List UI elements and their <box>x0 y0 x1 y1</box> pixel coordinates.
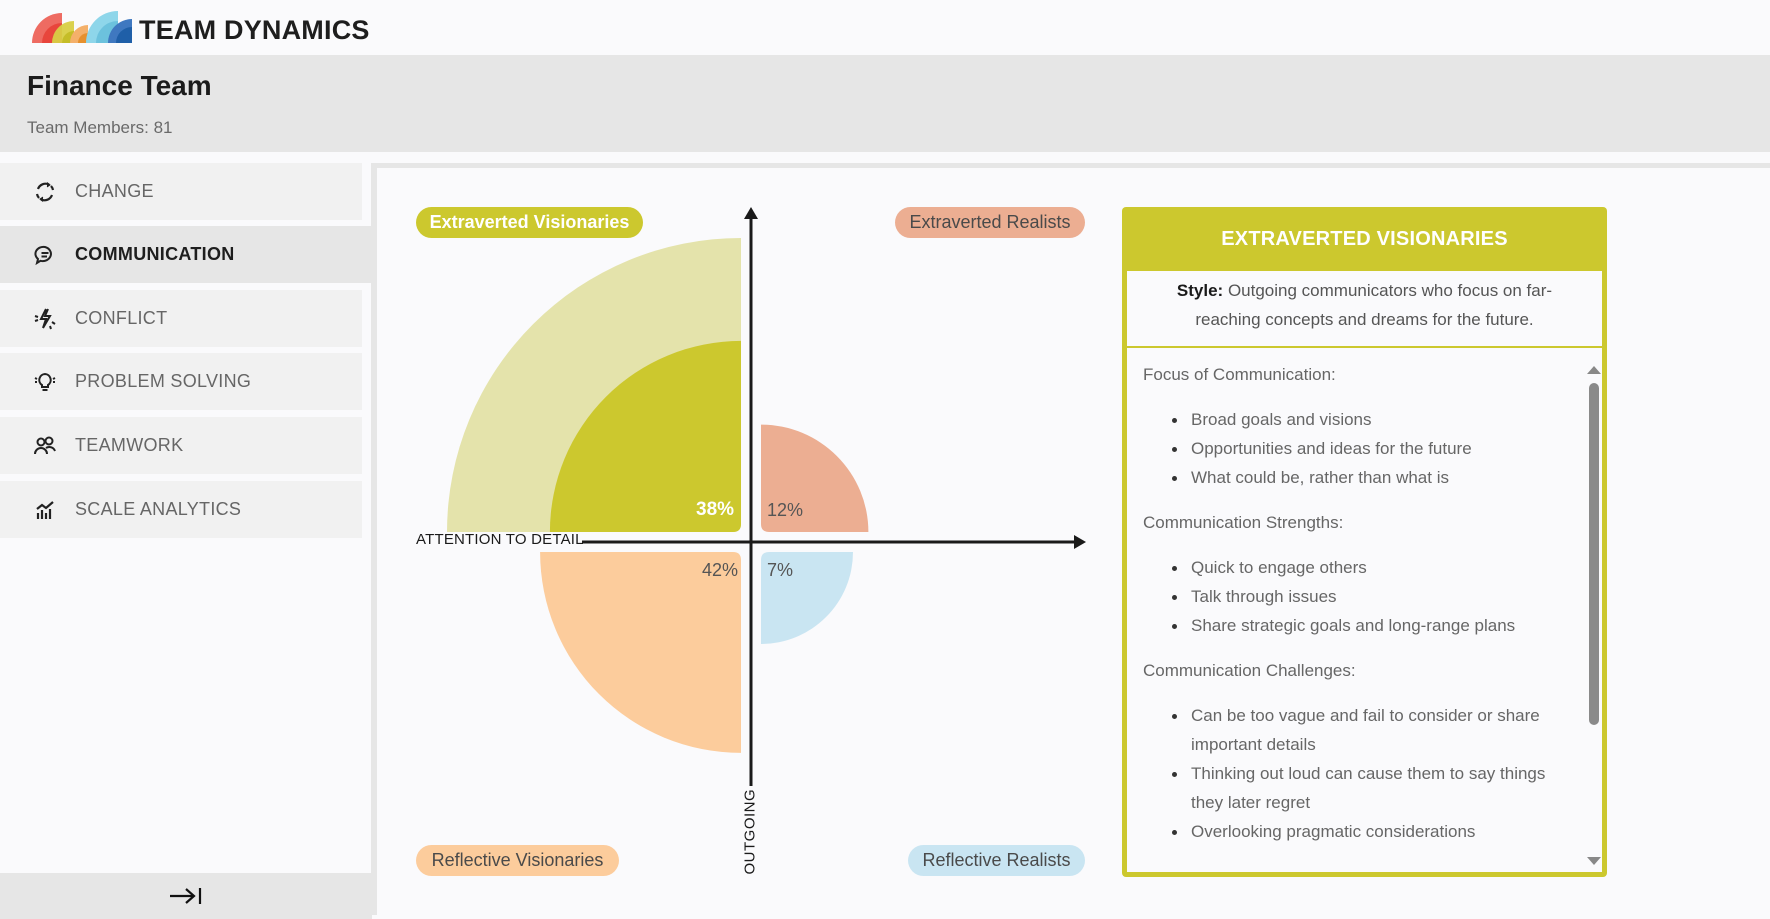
section-list: Broad goals and visions Opportunities an… <box>1143 405 1563 492</box>
list-item: Broad goals and visions <box>1143 405 1563 434</box>
analytics-chart-icon <box>33 498 57 522</box>
quadrant-pill-extraverted-visionaries[interactable]: Extraverted Visionaries <box>416 207 643 238</box>
app-root: TEAM DYNAMICS Finance Team Team Members:… <box>0 0 1770 919</box>
sidebar: CHANGE COMMUNICATION CONFLICT PROBLEM SO… <box>0 163 372 873</box>
sidebar-item-teamwork[interactable]: TEAMWORK <box>0 417 362 474</box>
sidebar-item-label: PROBLEM SOLVING <box>75 371 252 391</box>
list-item: What could be, rather than what is <box>1143 463 1563 492</box>
detail-scroll-area[interactable]: Focus of Communication: Broad goals and … <box>1127 348 1602 872</box>
scroll-up-arrow-icon[interactable] <box>1587 366 1601 374</box>
people-icon <box>33 434 57 458</box>
chat-bubble-icon <box>33 243 57 267</box>
top-bar: TEAM DYNAMICS <box>0 0 1770 55</box>
team-members-count: Team Members: 81 <box>27 118 173 137</box>
refresh-cycle-icon <box>33 180 57 204</box>
scroll-down-arrow-icon[interactable] <box>1587 857 1601 865</box>
detail-title: EXTRAVERTED VISIONARIES <box>1221 227 1508 250</box>
lightbulb-icon <box>33 370 57 394</box>
collapse-sidebar-button[interactable] <box>0 873 372 919</box>
list-item: Can be too vague and fail to consider or… <box>1143 701 1563 759</box>
sidebar-item-problem-solving[interactable]: PROBLEM SOLVING <box>0 353 362 410</box>
sidebar-item-conflict[interactable]: CONFLICT <box>0 290 362 347</box>
list-item: Overlooking pragmatic considerations <box>1143 817 1563 846</box>
detail-panel: EXTRAVERTED VISIONARIES Style: Outgoing … <box>1122 207 1607 877</box>
sidebar-item-label: COMMUNICATION <box>75 244 235 264</box>
team-header: Finance Team Team Members: 81 <box>0 55 1770 152</box>
team-dynamics-logo-icon <box>32 11 132 43</box>
sidebar-item-label: TEAMWORK <box>75 435 184 455</box>
page-title: Finance Team <box>27 70 212 101</box>
section-list: Quick to engage others Talk through issu… <box>1143 553 1563 640</box>
sidebar-item-scale-analytics[interactable]: SCALE ANALYTICS <box>0 481 362 538</box>
section-title: Communication Strengths: <box>1143 513 1344 532</box>
section-title: Focus of Communication: <box>1143 365 1336 384</box>
quadrant-pill-extraverted-realists[interactable]: Extraverted Realists <box>895 207 1085 238</box>
sidebar-item-communication[interactable]: COMMUNICATION <box>0 226 372 283</box>
list-item: Share strategic goals and long-range pla… <box>1143 611 1563 640</box>
arrow-to-right-icon <box>170 888 202 904</box>
list-item: Opportunities and ideas for the future <box>1143 434 1563 463</box>
list-item: Thinking out loud can cause them to say … <box>1143 759 1563 817</box>
list-item: Talk through issues <box>1143 582 1563 611</box>
quadrant-pill-reflective-visionaries[interactable]: Reflective Visionaries <box>416 845 619 876</box>
sidebar-item-label: SCALE ANALYTICS <box>75 499 242 519</box>
sidebar-item-change[interactable]: CHANGE <box>0 163 362 220</box>
quadrant-pill-reflective-realists[interactable]: Reflective Realists <box>908 845 1085 876</box>
list-item: Quick to engage others <box>1143 553 1563 582</box>
brand-name: TEAM DYNAMICS <box>139 15 370 45</box>
sidebar-item-label: CHANGE <box>75 181 154 201</box>
scrollbar-thumb[interactable] <box>1589 383 1599 725</box>
lightning-bolt-icon <box>33 307 57 331</box>
sidebar-item-label: CONFLICT <box>75 308 168 328</box>
detail-content: Focus of Communication: Broad goals and … <box>1143 360 1563 862</box>
section-list: Can be too vague and fail to consider or… <box>1143 701 1563 846</box>
detail-style: Style: Outgoing communicators who focus … <box>1127 271 1602 347</box>
section-title: Communication Challenges: <box>1143 661 1356 680</box>
style-label: Style: <box>1176 281 1224 300</box>
style-text: Outgoing communicators who focus on far-… <box>1195 281 1553 329</box>
